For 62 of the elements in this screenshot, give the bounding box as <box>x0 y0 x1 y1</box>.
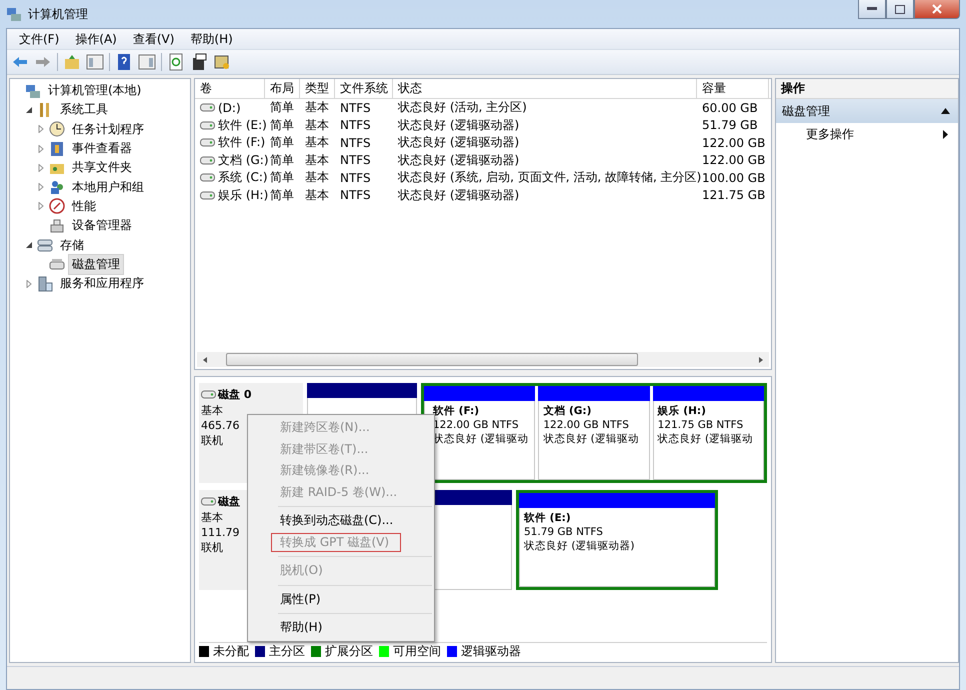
table-cell: 文档 (G:) <box>218 152 269 169</box>
table-cell: 状态良好 (逻辑驱动器) <box>398 186 520 204</box>
disk-size: 465.76 <box>201 419 240 432</box>
table-cell: NTFS <box>340 188 371 202</box>
actions-header: 操作 <box>776 79 958 99</box>
volume-status: 状态良好 (逻辑驱动 <box>543 432 639 446</box>
volume-name: 娱乐 (H:) <box>658 404 706 418</box>
table-cell: 状态良好 (系统, 启动, 页面文件, 活动, 故障转储, 主分区) <box>398 169 702 186</box>
table-cell: 100.00 GB <box>702 170 766 185</box>
table-cell: 状态良好 (逻辑驱动器) <box>398 116 520 134</box>
volume-status: 状态良好 (逻辑驱动 <box>658 432 754 446</box>
table-cell: (D:) <box>218 100 241 115</box>
volume-name: 软件 (F:) <box>433 404 480 418</box>
table-cell: NTFS <box>340 153 371 168</box>
table-cell: 基本 <box>305 116 329 134</box>
disk-name: 磁盘 0 <box>218 387 252 402</box>
volume-size: 51.79 GB NTFS <box>524 526 603 538</box>
disk-type: 基本 <box>201 403 223 418</box>
table-cell: 60.00 GB <box>702 100 758 115</box>
disk-name: 磁盘 <box>218 494 240 509</box>
table-cell: 基本 <box>305 169 329 186</box>
disk-type: 基本 <box>201 510 223 525</box>
table-cell: 简单 <box>270 169 294 186</box>
table-cell: 软件 (E:) <box>218 116 267 134</box>
table-cell: 状态良好 (活动, 主分区) <box>398 99 527 116</box>
legend-label: 可用空间 <box>393 643 441 660</box>
volume-name: 软件 (E:) <box>524 511 571 525</box>
volume-size: 121.75 GB NTFS <box>658 419 744 431</box>
table-cell: 软件 (F:) <box>218 134 266 152</box>
table-cell: 51.79 GB <box>702 118 758 132</box>
disk-status: 联机 <box>201 540 223 555</box>
table-cell: 简单 <box>270 116 294 134</box>
table-cell: 基本 <box>305 99 329 116</box>
table-cell: 简单 <box>270 186 294 204</box>
volume-status: 状态良好 (逻辑驱动器) <box>524 539 635 553</box>
table-cell: 基本 <box>305 152 329 169</box>
table-cell: 状态良好 (逻辑驱动器) <box>398 152 520 169</box>
table-cell: NTFS <box>340 170 371 185</box>
table-cell: 简单 <box>270 134 294 152</box>
volume-size: 122.00 GB NTFS <box>543 419 629 431</box>
table-cell: NTFS <box>340 136 371 150</box>
legend-label: 未分配 <box>213 643 249 660</box>
table-cell: NTFS <box>340 118 371 132</box>
legend-label: 主分区 <box>269 643 305 660</box>
table-cell: 基本 <box>305 134 329 152</box>
volume-name: 文档 (G:) <box>543 404 592 418</box>
legend-label: 逻辑驱动器 <box>461 643 521 660</box>
disk-status: 联机 <box>201 433 223 448</box>
table-cell: NTFS <box>340 100 371 115</box>
table-cell: 状态良好 (逻辑驱动器) <box>398 134 520 152</box>
table-cell: 122.00 GB <box>702 136 766 150</box>
volume-size: 122.00 GB NTFS <box>433 419 519 431</box>
table-cell: 基本 <box>305 186 329 204</box>
legend-label: 扩展分区 <box>325 643 373 660</box>
table-cell: 121.75 GB <box>702 188 766 202</box>
table-cell: 系统 (C:) <box>218 169 268 186</box>
table-cell: 娱乐 (H:) <box>218 186 268 204</box>
table-cell: 简单 <box>270 152 294 169</box>
disk-size: 111.79 <box>201 526 240 539</box>
table-cell: 122.00 GB <box>702 153 766 168</box>
window-title: 计算机管理 <box>28 6 88 22</box>
table-cell: 简单 <box>270 99 294 116</box>
